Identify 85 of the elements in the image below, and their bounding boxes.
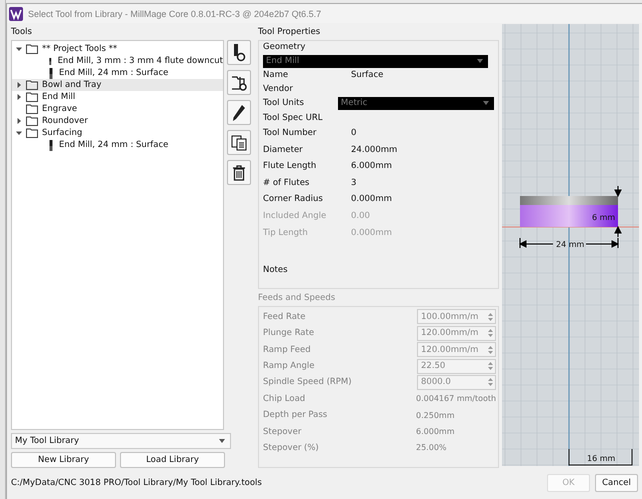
property-label: Tool Spec URL xyxy=(263,112,324,123)
folder-icon xyxy=(26,128,38,138)
spin-arrows-icon xyxy=(488,377,493,388)
library-button[interactable]: Load Library xyxy=(120,452,225,468)
feed-label: Spindle Speed (RPM) xyxy=(263,377,351,388)
dropdown-caret-icon xyxy=(219,439,225,443)
dropdown-caret-icon xyxy=(483,101,489,106)
feed-label: Feed Rate xyxy=(263,312,306,322)
geometry-label: Geometry xyxy=(263,42,306,54)
property-label: # of Flutes xyxy=(263,178,310,188)
tree-item[interactable]: Roundover xyxy=(12,115,223,127)
library-dropdown[interactable]: My Tool Library xyxy=(11,433,231,449)
property-value: 6.000mm xyxy=(351,161,392,172)
property-value: Surface xyxy=(351,70,384,80)
property-value: 0 xyxy=(351,128,356,138)
tree-item[interactable]: ** Project Tools ** xyxy=(12,43,223,55)
height-dimension-arrow xyxy=(614,186,622,238)
property-value: 3 xyxy=(351,178,356,188)
toolbar-button[interactable] xyxy=(227,70,251,95)
scale-label: 16 mm xyxy=(587,454,616,463)
property-label: Diameter xyxy=(263,144,304,155)
height-label: 6 mm xyxy=(592,213,616,222)
end-mill-icon xyxy=(49,140,53,150)
property-label: Tool Number xyxy=(263,128,318,138)
spin-arrows-icon xyxy=(488,344,493,355)
property-label: Flute Length xyxy=(263,161,318,172)
folder-icon xyxy=(26,92,38,102)
window-title: Select Tool from Library - MillMage Core 0.8.01-RC-3 @ 204e2b7 Qt6.5.7 xyxy=(28,8,322,18)
tree-item[interactable]: End Mill xyxy=(12,91,223,103)
pencil-icon xyxy=(232,104,246,122)
property-value: 0.000mm xyxy=(351,194,392,204)
feeds-speeds-label: Feeds and Speeds xyxy=(258,292,336,305)
tree-item[interactable]: End Mill, 24 mm : Surface xyxy=(12,139,223,151)
diameter-label: 24 mm xyxy=(556,240,584,249)
property-label: Tool Units xyxy=(263,98,305,108)
property-label: Tip Length xyxy=(263,228,309,238)
spin-arrows-icon xyxy=(488,361,493,372)
dialog-button[interactable]: Cancel xyxy=(595,474,638,492)
scale-bar xyxy=(568,448,632,466)
property-label: Vendor xyxy=(263,84,294,94)
units-dropdown[interactable]: Metric xyxy=(338,96,494,110)
tool-type-dropdown[interactable]: End Mill xyxy=(263,54,488,68)
feed-label: Depth per Pass xyxy=(263,410,328,420)
folder-add-icon xyxy=(231,74,247,90)
feed-label: Chip Load xyxy=(263,394,306,404)
trash-icon xyxy=(232,164,246,180)
folder-icon xyxy=(26,104,38,114)
new-tool-icon xyxy=(232,44,246,62)
toolbar-button[interactable] xyxy=(227,130,251,155)
property-value: 24.000mm xyxy=(351,144,398,155)
folder-icon xyxy=(26,44,38,54)
tree-item[interactable]: Surfacing xyxy=(12,127,223,139)
property-label: Corner Radius xyxy=(263,194,324,204)
feed-label: Ramp Feed xyxy=(263,344,312,355)
tree-item[interactable]: Engrave xyxy=(12,103,223,115)
property-value: 0.00 xyxy=(351,211,370,222)
feed-value: 0.004167 mm/tooth xyxy=(416,394,496,404)
copy-icon xyxy=(231,134,247,150)
feed-label: Stepover (%) xyxy=(263,442,320,453)
toolbar-button[interactable] xyxy=(227,160,251,185)
toolbar-button[interactable] xyxy=(227,40,251,65)
tree-item[interactable]: Bowl and Tray xyxy=(12,79,223,91)
feed-value: 25.00% xyxy=(416,443,448,452)
dropdown-caret-icon xyxy=(477,59,483,64)
property-value: 0.000mm xyxy=(351,228,392,238)
feed-label: Plunge Rate xyxy=(263,328,316,338)
toolbar-button[interactable] xyxy=(227,100,251,125)
library-button[interactable]: New Library xyxy=(11,452,116,468)
tree-item[interactable]: End Mill, 24 mm : Surface xyxy=(12,67,223,79)
library-path: C:/MyData/CNC 3018 PRO/Tool Library/My Tool Library.tools xyxy=(11,478,262,488)
property-label: Included Angle xyxy=(263,211,328,222)
tool-properties-label: Tool Properties xyxy=(258,27,322,39)
spin-arrows-icon xyxy=(488,328,493,338)
notes-label: Notes xyxy=(263,264,289,275)
feed-label: Ramp Angle xyxy=(263,361,316,372)
spin-arrows-icon xyxy=(488,312,493,322)
property-label: Name xyxy=(263,70,290,80)
tree-item[interactable]: End Mill, 3 mm : 3 mm 4 flute downcut xyxy=(12,55,223,67)
feed-value: 0.250mm xyxy=(416,410,456,420)
folder-icon xyxy=(26,116,38,126)
feed-label: Stepover xyxy=(263,426,302,437)
tools-label: Tools xyxy=(11,27,33,39)
folder-icon xyxy=(26,80,38,90)
feed-value: 6.000mm xyxy=(416,427,456,436)
expand-caret-icon[interactable] xyxy=(16,46,22,52)
